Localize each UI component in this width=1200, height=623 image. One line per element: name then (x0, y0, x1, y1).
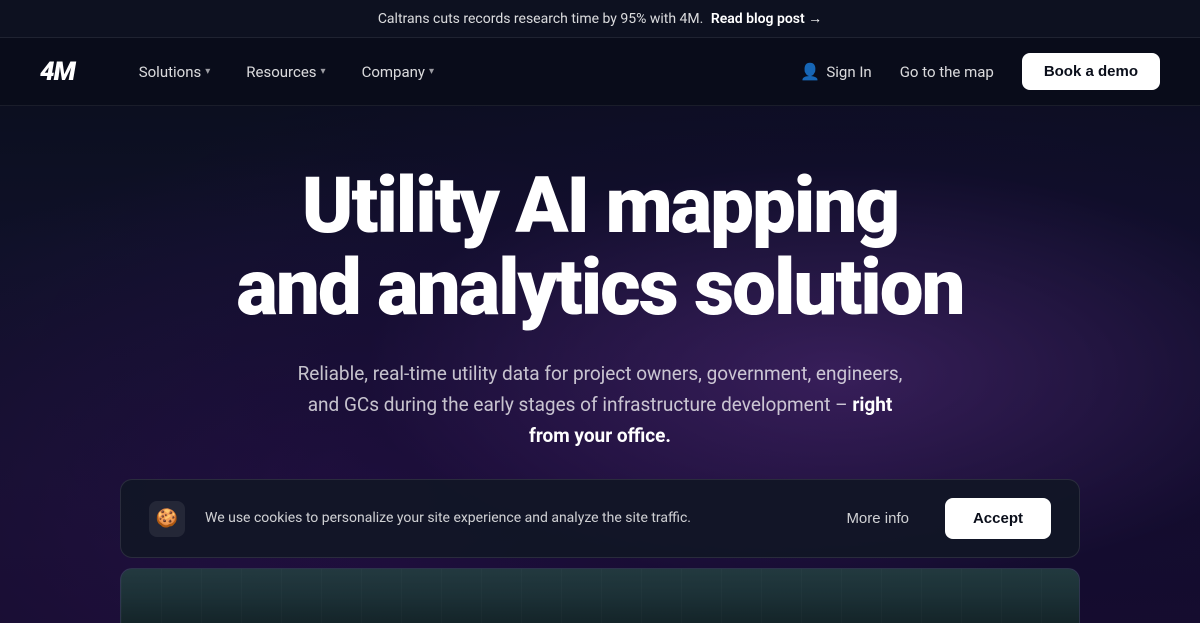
nav-links: Solutions ▾ Resources ▾ Company ▾ (125, 55, 801, 89)
announcement-text: Caltrans cuts records research time by 9… (378, 11, 704, 27)
sign-in-button[interactable]: 👤 Sign In (800, 62, 871, 81)
hero-subtitle-plain: Reliable, real-time utility data for pro… (298, 362, 903, 416)
hero-title-line2: and analytics solution (236, 243, 963, 334)
hero-title-line1: Utility AI mapping (302, 161, 899, 252)
go-to-map-label: Go to the map (900, 63, 994, 81)
announcement-bar: Caltrans cuts records research time by 9… (0, 0, 1200, 38)
go-to-map-button[interactable]: Go to the map (896, 55, 998, 89)
person-icon: 👤 (800, 62, 820, 81)
chevron-down-icon: ▾ (205, 66, 210, 77)
nav-resources[interactable]: Resources ▾ (232, 55, 339, 89)
cookie-banner: 🍪 We use cookies to personalize your sit… (120, 479, 1080, 558)
chevron-down-icon: ▾ (321, 66, 326, 77)
sign-in-label: Sign In (826, 63, 871, 81)
chevron-down-icon: ▾ (429, 66, 434, 77)
accept-label: Accept (973, 510, 1023, 527)
book-demo-button[interactable]: Book a demo (1022, 53, 1160, 90)
book-demo-label: Book a demo (1044, 63, 1138, 80)
nav-resources-label: Resources (246, 63, 316, 81)
nav-company-label: Company (362, 63, 425, 81)
more-info-button[interactable]: More info (830, 502, 925, 535)
bottom-preview (120, 568, 1080, 623)
logo[interactable]: 4M (40, 57, 75, 87)
preview-inner (121, 569, 1079, 623)
nav-company[interactable]: Company ▾ (348, 55, 448, 89)
more-info-label: More info (846, 510, 909, 527)
accept-button[interactable]: Accept (945, 498, 1051, 539)
hero-section: Utility AI mapping and analytics solutio… (0, 106, 1200, 492)
hero-subtitle: Reliable, real-time utility data for pro… (290, 358, 910, 452)
nav-right: 👤 Sign In Go to the map Book a demo (800, 53, 1160, 90)
cookie-text: We use cookies to personalize your site … (205, 508, 810, 529)
navbar: 4M Solutions ▾ Resources ▾ Company ▾ 👤 S… (0, 38, 1200, 106)
announcement-link[interactable]: Read blog post → (711, 11, 822, 27)
nav-solutions[interactable]: Solutions ▾ (125, 55, 225, 89)
nav-solutions-label: Solutions (139, 63, 202, 81)
cookie-icon: 🍪 (149, 501, 185, 537)
hero-title: Utility AI mapping and analytics solutio… (40, 166, 1160, 330)
